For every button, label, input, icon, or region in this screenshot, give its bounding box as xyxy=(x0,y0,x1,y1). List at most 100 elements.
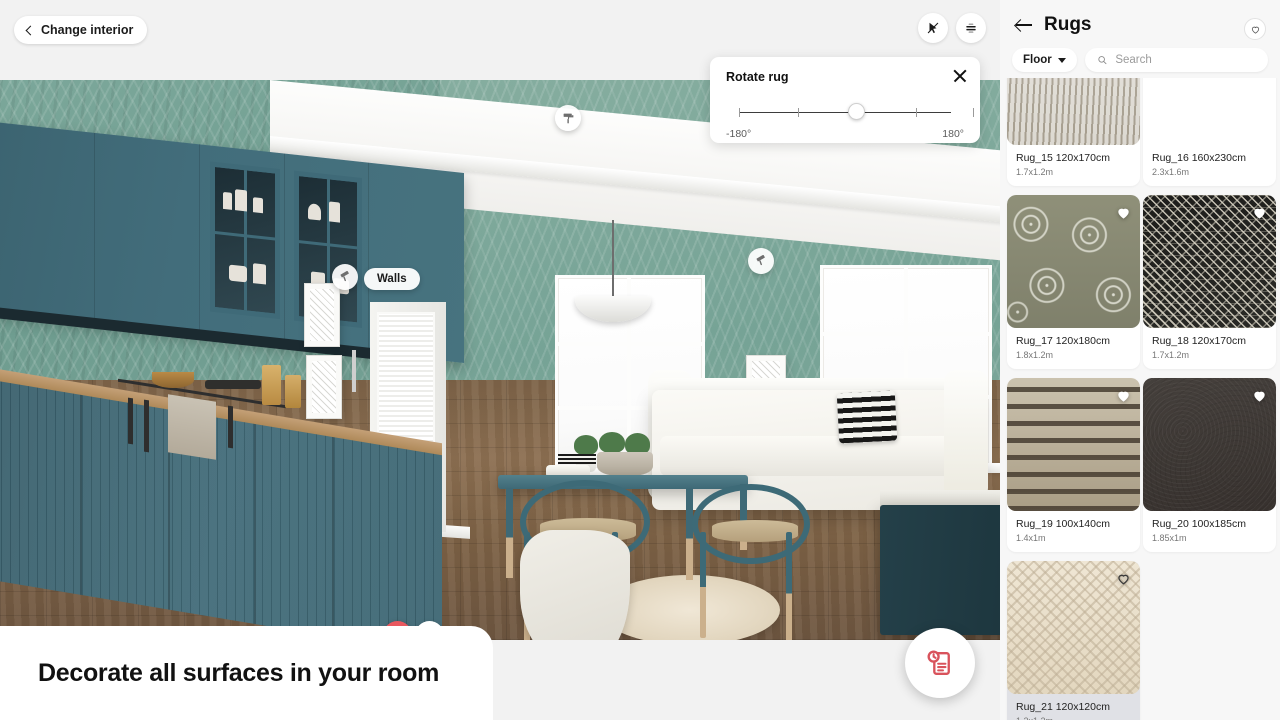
search-icon xyxy=(1098,56,1107,65)
rug-meta: Rug_17 120x180cm 1.8x1.2m xyxy=(1007,328,1140,369)
paint-roller-icon xyxy=(756,254,765,265)
rotate-slider[interactable] xyxy=(726,103,975,120)
table-bowl xyxy=(597,452,653,476)
rug-size: 1.8x1.2m xyxy=(1016,350,1054,360)
rug-name: Rug_17 120x180cm xyxy=(1016,335,1110,347)
slider-tick xyxy=(739,108,741,117)
rug-name: Rug_21 120x120cm xyxy=(1016,701,1110,713)
catalog-title: Rugs xyxy=(1044,14,1092,35)
favorite-toggle[interactable] xyxy=(1115,570,1131,586)
rug-size: 2.3x1.6m xyxy=(1152,167,1190,177)
hide-pins-button[interactable] xyxy=(918,13,948,43)
layers-button[interactable] xyxy=(956,13,986,43)
change-interior-button[interactable]: Change interior xyxy=(14,16,148,44)
paint-roller-icon xyxy=(340,270,349,281)
rug-thumbnail[interactable] xyxy=(1007,195,1140,328)
heart-icon xyxy=(1117,574,1129,584)
heart-icon xyxy=(1253,208,1265,218)
pin-wall-right[interactable] xyxy=(748,248,774,274)
back-button[interactable] xyxy=(1016,19,1033,31)
order-history-button[interactable] xyxy=(905,628,975,698)
catalog-header: Rugs xyxy=(1000,0,1280,48)
rug-card-17[interactable]: Rug_17 120x180cm 1.8x1.2m xyxy=(1007,195,1140,369)
tray xyxy=(205,380,261,389)
sofa-seat-cushion xyxy=(660,436,975,476)
favorite-toggle[interactable] xyxy=(1115,204,1131,220)
pendant-cord xyxy=(612,220,614,298)
pin-walls[interactable] xyxy=(332,264,358,290)
heart-icon xyxy=(1253,391,1265,401)
rug-thumbnail[interactable] xyxy=(1143,195,1276,328)
chair-leg-r2 xyxy=(786,532,792,640)
room-render[interactable]: Walls xyxy=(0,80,1000,640)
utensil-2 xyxy=(144,399,149,453)
glass-cabinet-door-1 xyxy=(210,161,280,320)
pin-label-walls[interactable]: Walls xyxy=(364,268,420,290)
rug-meta: Rug_21 120x120cm 1.2x1.2m xyxy=(1007,694,1140,720)
dining-table-top xyxy=(498,475,748,489)
rug-name: Rug_20 100x185cm xyxy=(1152,518,1246,530)
plant-leaves-1 xyxy=(574,435,598,455)
sideboard xyxy=(880,505,1000,635)
rug-size: 1.7x1.2m xyxy=(1152,350,1190,360)
striped-pillow xyxy=(836,390,898,444)
rug-thumbnail[interactable] xyxy=(1143,378,1276,511)
surface-filter-dropdown[interactable]: Floor xyxy=(1012,48,1077,72)
sofa-arm-right xyxy=(944,370,988,500)
rug-meta: Rug_16 160x230cm 2.3x1.6m xyxy=(1143,145,1276,186)
rug-thumbnail[interactable] xyxy=(1007,78,1140,145)
heart-icon xyxy=(1117,391,1129,401)
table-leg-2 xyxy=(686,488,693,580)
rug-meta: Rug_15 120x170cm 1.7x1.2m xyxy=(1007,145,1140,186)
rug-card-20[interactable]: Rug_20 100x185cm 1.85x1m xyxy=(1143,378,1276,552)
catalog-filters: Floor xyxy=(1000,48,1280,72)
chair-leg-r1 xyxy=(700,532,706,638)
paint-roller-icon xyxy=(563,113,573,123)
slider-thumb[interactable] xyxy=(848,103,865,120)
close-rotate-panel-button[interactable] xyxy=(952,68,968,84)
rug-meta: Rug_19 100x140cm 1.4x1m xyxy=(1007,511,1140,552)
rug-size: 1.2x1.2m xyxy=(1016,716,1131,720)
rug-card-19[interactable]: Rug_19 100x140cm 1.4x1m xyxy=(1007,378,1140,552)
rug-thumbnail[interactable] xyxy=(1007,561,1140,694)
towel xyxy=(168,394,216,460)
slider-track xyxy=(739,112,951,114)
chevron-left-icon xyxy=(25,25,36,35)
favorite-toggle[interactable] xyxy=(1251,387,1267,403)
rug-card-21[interactable]: Rug_21 120x120cm 1.2x1.2m xyxy=(1007,561,1140,720)
rug-size: 1.85x1m xyxy=(1152,533,1187,543)
rug-thumbnail[interactable] xyxy=(1143,78,1276,145)
surface-filter-label: Floor xyxy=(1023,54,1052,66)
favorite-toggle[interactable] xyxy=(1115,387,1131,403)
rug-list[interactable]: Rug_15 120x170cm 1.7x1.2m Rug_16 160x230… xyxy=(1000,78,1280,720)
heart-icon xyxy=(1251,26,1259,34)
layers-icon xyxy=(966,23,976,33)
table-leg-1 xyxy=(506,488,513,578)
faucet xyxy=(352,350,356,392)
rug-card-16[interactable]: Rug_16 160x230cm 2.3x1.6m xyxy=(1143,78,1276,186)
favorite-toggle[interactable] xyxy=(1251,204,1267,220)
slider-max-label: 180° xyxy=(942,128,964,140)
slider-tick xyxy=(916,108,918,117)
promo-card: Decorate all surfaces in your room xyxy=(0,626,493,720)
rug-name: Rug_16 160x230cm xyxy=(1152,152,1246,164)
favorites-button[interactable] xyxy=(1244,18,1266,40)
rug-thumbnail[interactable] xyxy=(1007,378,1140,511)
rug-grid: Rug_15 120x170cm 1.7x1.2m Rug_16 160x230… xyxy=(1000,78,1280,720)
slider-tick xyxy=(798,108,800,117)
rug-meta: Rug_18 120x170cm 1.7x1.2m xyxy=(1143,328,1276,369)
rotate-rug-panel: Rotate rug -180° 180° xyxy=(710,57,980,143)
promo-title: Decorate all surfaces in your room xyxy=(38,658,440,687)
change-interior-label: Change interior xyxy=(41,23,134,37)
rug-card-18[interactable]: Rug_18 120x170cm 1.7x1.2m xyxy=(1143,195,1276,369)
search-input[interactable] xyxy=(1115,54,1256,66)
rug-name: Rug_15 120x170cm xyxy=(1016,152,1110,164)
catalog-panel: Rugs Floor Search Rug_15 120x170cm 1.7x1… xyxy=(1000,0,1280,720)
pin-ceiling[interactable] xyxy=(555,105,581,131)
rug-size: 1.7x1.2m xyxy=(1016,167,1054,177)
table-runner xyxy=(558,454,596,464)
wall-art-lower xyxy=(306,355,342,419)
search-box[interactable] xyxy=(1084,48,1268,72)
jar-2 xyxy=(285,375,301,408)
rug-card-15[interactable]: Rug_15 120x170cm 1.7x1.2m xyxy=(1007,78,1140,186)
